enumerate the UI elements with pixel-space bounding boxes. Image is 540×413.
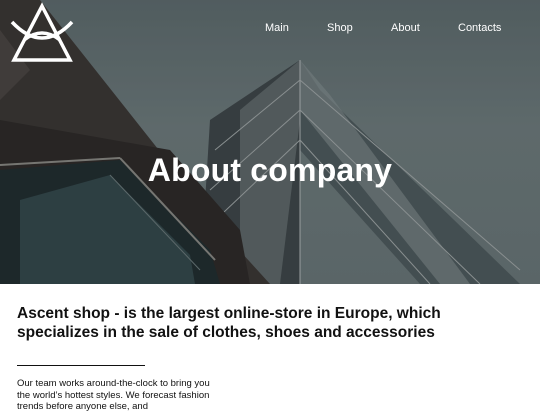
- hero-banner: Main Shop About Contacts About company: [0, 0, 540, 284]
- section-divider: [17, 365, 145, 366]
- nav-item-about[interactable]: About: [391, 22, 420, 34]
- hero-overlay: [0, 0, 540, 284]
- nav-item-contacts[interactable]: Contacts: [458, 22, 501, 34]
- company-headline: Ascent shop - is the largest online-stor…: [17, 305, 441, 341]
- nav-item-main[interactable]: Main: [265, 22, 289, 34]
- about-content: Ascent shop - is the largest online-stor…: [0, 284, 540, 413]
- page-title: About company: [147, 152, 393, 188]
- about-paragraph: Our team works around-the-clock to bring…: [17, 378, 210, 412]
- nav-item-shop[interactable]: Shop: [327, 22, 353, 34]
- main-navigation: Main Shop About Contacts: [0, 22, 540, 38]
